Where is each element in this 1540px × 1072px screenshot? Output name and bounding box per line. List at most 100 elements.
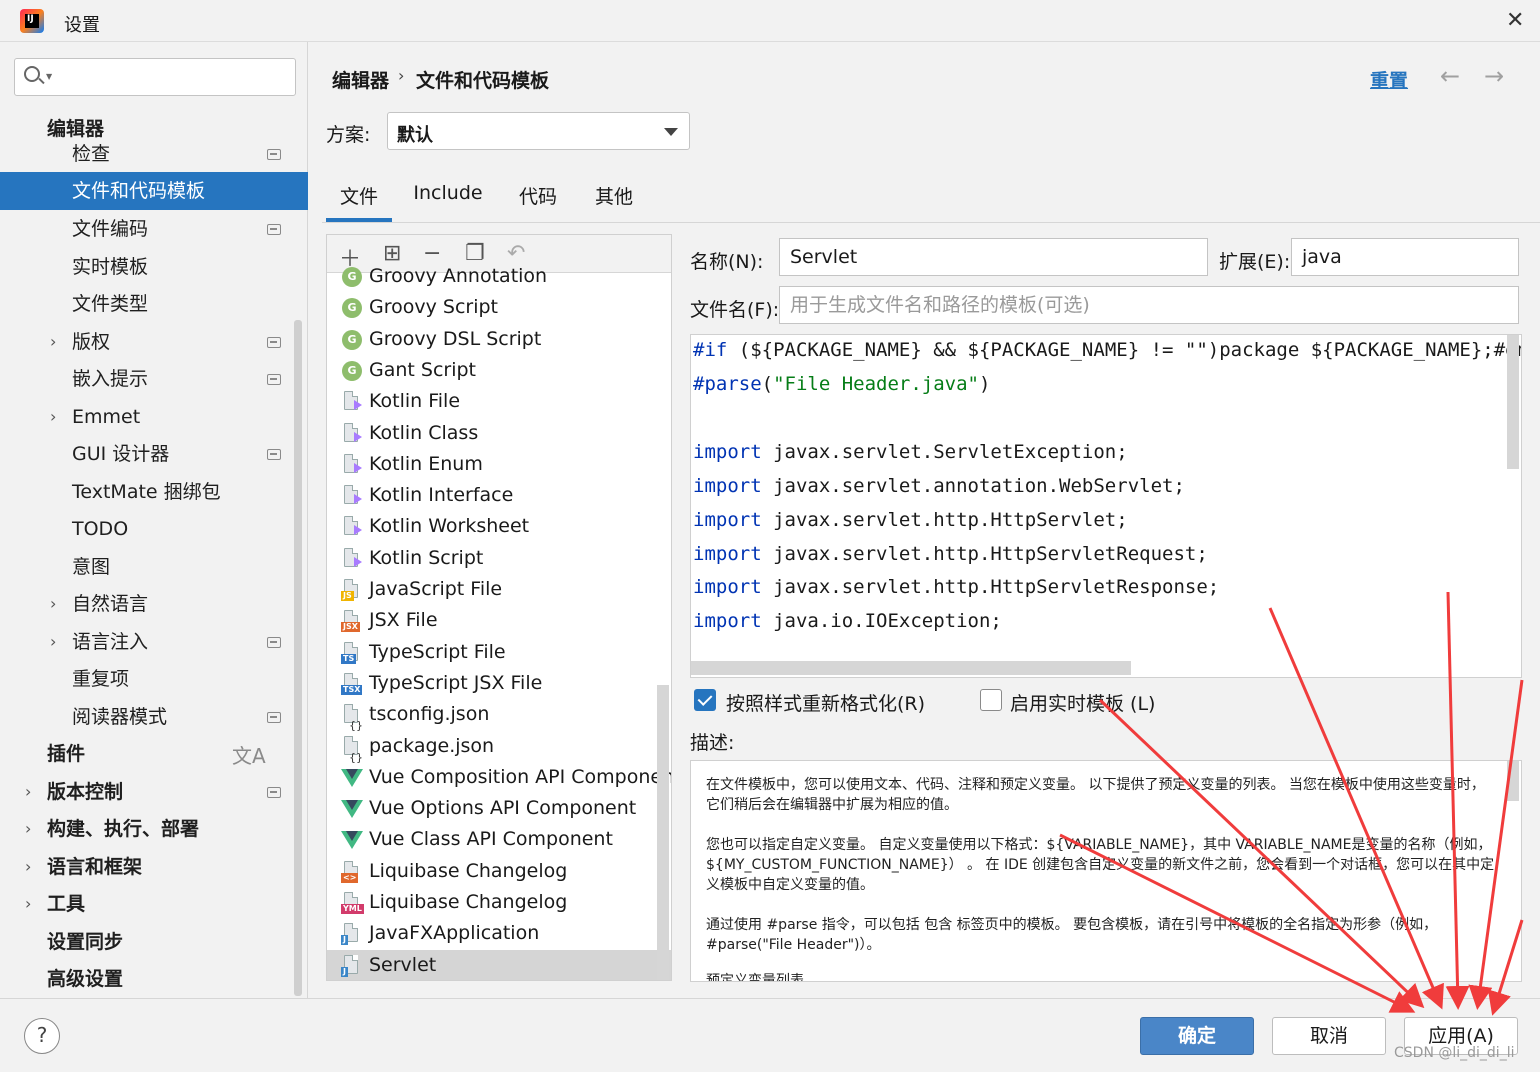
filename-label: 文件名(F): xyxy=(690,299,780,321)
breadcrumb-parent[interactable]: 编辑器 xyxy=(332,66,389,93)
template-list-item[interactable]: {} tsconfig.json xyxy=(327,699,657,732)
close-icon[interactable]: ✕ xyxy=(1506,8,1524,33)
template-label: JSX File xyxy=(369,609,438,632)
project-scope-icon xyxy=(267,149,281,160)
template-list-item[interactable]: JSX JSX File xyxy=(327,605,657,636)
forward-arrow-icon[interactable]: → xyxy=(1484,62,1504,90)
chevron-right-icon[interactable]: › xyxy=(50,332,56,351)
template-list-item[interactable]: Kotlin Interface xyxy=(327,480,657,511)
sidebar-item-natural-languages[interactable]: 自然语言 xyxy=(72,585,148,623)
template-list-item[interactable]: Kotlin Class xyxy=(327,418,657,449)
template-list-item[interactable]: <> Liquibase Changelog xyxy=(327,856,657,887)
code-vertical-scrollbar[interactable] xyxy=(1507,335,1519,469)
groovy-icon: G xyxy=(342,267,362,287)
filename-field[interactable]: 用于生成文件名和路径的模板(可选) xyxy=(779,286,1519,324)
sidebar-item-file-templates[interactable]: 文件和代码模板 xyxy=(0,172,308,210)
template-list-item[interactable]: YML Liquibase Changelog xyxy=(327,887,657,918)
search-input[interactable] xyxy=(61,65,281,89)
template-list-item[interactable]: Kotlin File xyxy=(327,386,657,417)
template-list-item[interactable]: G Groovy Annotation xyxy=(327,261,657,292)
template-label: Kotlin Script xyxy=(369,546,484,569)
template-list-item[interactable]: {} package.json xyxy=(327,731,657,764)
code-line: #parse("File Header.java") xyxy=(693,373,991,395)
template-list-item[interactable]: G Groovy DSL Script xyxy=(327,324,657,355)
template-list-item[interactable]: G Groovy Script xyxy=(327,292,657,323)
chevron-right-icon[interactable]: › xyxy=(50,407,56,426)
tab-files[interactable]: 文件 xyxy=(326,182,392,222)
sidebar-item-duplicates[interactable]: 重复项 xyxy=(72,660,129,698)
template-list-item[interactable]: Kotlin Worksheet xyxy=(327,511,657,542)
template-label: Kotlin Class xyxy=(369,421,479,444)
live-templates-checkbox[interactable] xyxy=(980,689,1002,711)
template-code-editor[interactable]: #if (${PACKAGE_NAME} && ${PACKAGE_NAME} … xyxy=(690,334,1522,678)
chevron-right-icon[interactable]: › xyxy=(50,632,56,651)
sidebar-item-plugins[interactable]: 插件 xyxy=(47,735,85,773)
template-list-item[interactable]: JS JavaScript File xyxy=(327,574,657,605)
cancel-button[interactable]: 取消 xyxy=(1272,1017,1386,1055)
name-field[interactable]: Servlet xyxy=(779,238,1208,276)
tab-other[interactable]: 其他 xyxy=(584,182,644,216)
project-scope-icon xyxy=(267,787,281,798)
extension-field[interactable]: java xyxy=(1291,238,1519,276)
sidebar-item-inlay-hints[interactable]: 嵌入提示 xyxy=(72,360,148,398)
chevron-right-icon[interactable]: › xyxy=(50,594,56,613)
template-list-item[interactable]: TSX TypeScript JSX File xyxy=(327,668,657,699)
sidebar-item-copyright[interactable]: 版权 xyxy=(72,323,110,361)
ok-button[interactable]: 确定 xyxy=(1140,1017,1254,1055)
settings-search[interactable]: ▼ xyxy=(14,58,296,96)
template-list-item[interactable]: J JavaFXApplication xyxy=(327,918,657,949)
sidebar-item-tools[interactable]: 工具 xyxy=(47,885,85,923)
help-button[interactable]: ? xyxy=(24,1018,60,1054)
sidebar-item-live-templates[interactable]: 实时模板 xyxy=(72,248,148,286)
name-label: 名称(N): xyxy=(690,251,764,273)
project-scope-icon xyxy=(267,337,281,348)
sidebar-item-reader-mode[interactable]: 阅读器模式 xyxy=(72,698,167,736)
template-list-item[interactable]: Vue Composition API Component xyxy=(327,762,671,793)
template-list-scrollbar[interactable] xyxy=(657,685,669,980)
reset-link[interactable]: 重置 xyxy=(1370,66,1408,93)
sidebar-item-languages-frameworks[interactable]: 语言和框架 xyxy=(47,848,142,886)
sidebar-item-intentions[interactable]: 意图 xyxy=(72,548,110,586)
translate-icon: 文A xyxy=(232,744,266,768)
sidebar-item-version-control[interactable]: 版本控制 xyxy=(47,773,123,811)
project-scope-icon xyxy=(267,374,281,385)
chevron-right-icon[interactable]: › xyxy=(25,782,31,801)
scheme-select[interactable]: 默认 xyxy=(387,112,690,150)
template-list-item[interactable]: Vue Options API Component xyxy=(327,793,657,824)
template-list-item[interactable]: G Gant Script xyxy=(327,355,657,386)
sidebar-item-settings-sync[interactable]: 设置同步 xyxy=(47,923,123,961)
sidebar-item-textmate[interactable]: TextMate 捆绑包 xyxy=(72,473,221,511)
search-dropdown-icon[interactable]: ▼ xyxy=(46,72,52,81)
sidebar-scrollbar[interactable] xyxy=(294,320,302,996)
tab-code[interactable]: 代码 xyxy=(508,182,568,216)
sidebar-item-inspections[interactable]: 检查 xyxy=(72,135,110,173)
sidebar-item-advanced-settings[interactable]: 高级设置 xyxy=(47,960,123,998)
template-list-item[interactable]: TS TypeScript File xyxy=(327,637,657,668)
sidebar-item-todo[interactable]: TODO xyxy=(72,510,128,548)
back-arrow-icon[interactable]: ← xyxy=(1440,62,1460,90)
code-line: import java.io.IOException; xyxy=(693,610,1002,632)
description-panel: 在文件模板中，您可以使用文本、代码、注释和预定义变量。 以下提供了预定义变量的列… xyxy=(690,760,1522,982)
reformat-checkbox[interactable] xyxy=(694,689,716,711)
code-horizontal-scrollbar[interactable] xyxy=(691,661,1131,675)
template-label: Gant Script xyxy=(369,358,477,381)
sidebar-item-gui-designer[interactable]: GUI 设计器 xyxy=(72,435,169,473)
tab-includes[interactable]: Include xyxy=(408,182,488,216)
chevron-right-icon[interactable]: › xyxy=(25,857,31,876)
template-list-item[interactable]: Kotlin Enum xyxy=(327,449,657,480)
chevron-right-icon[interactable]: › xyxy=(25,819,31,838)
chevron-right-icon[interactable]: › xyxy=(25,894,31,913)
template-list-item[interactable]: J Servlet xyxy=(327,949,671,980)
template-list-item[interactable]: Vue Class API Component xyxy=(327,824,657,855)
project-scope-icon xyxy=(267,449,281,460)
sidebar-item-emmet[interactable]: Emmet xyxy=(72,398,140,436)
template-label: TypeScript File xyxy=(369,640,506,663)
sidebar-item-file-encodings[interactable]: 文件编码 xyxy=(72,210,148,248)
template-label: JavaScript File xyxy=(369,578,503,600)
template-list-item[interactable]: Kotlin Script xyxy=(327,543,657,574)
sidebar-item-build-execution[interactable]: 构建、执行、部署 xyxy=(47,810,199,848)
chevron-down-icon xyxy=(664,128,678,136)
sidebar-item-language-injections[interactable]: 语言注入 xyxy=(72,623,148,661)
sidebar-item-file-types[interactable]: 文件类型 xyxy=(72,285,148,323)
description-scrollbar[interactable] xyxy=(1507,761,1519,801)
